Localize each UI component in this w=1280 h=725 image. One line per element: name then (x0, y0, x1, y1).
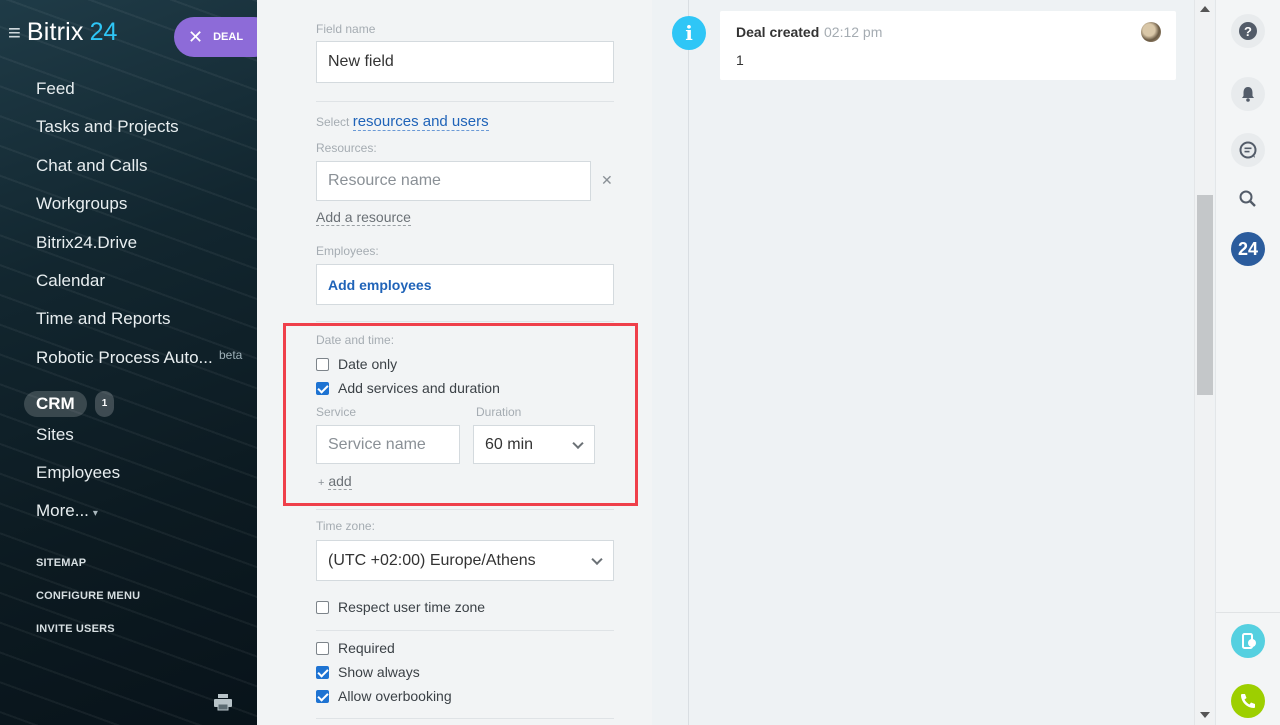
menu-icon[interactable]: ≡ (8, 21, 21, 44)
time-zone-select[interactable]: (UTC +02:00) Europe/Athens (316, 540, 614, 581)
required-row[interactable]: Required (316, 640, 395, 656)
deal-close-button[interactable]: ✕ DEAL (174, 17, 257, 57)
card-body: 1 (736, 52, 744, 68)
field-name-input[interactable]: New field (316, 41, 614, 83)
highlight-frame (283, 323, 638, 506)
nav-item-more[interactable]: More... ▾ (36, 500, 251, 538)
divider (316, 718, 614, 719)
timeline-area (652, 0, 1194, 725)
logo-number: 24 (89, 18, 118, 46)
chevron-down-icon (591, 553, 603, 565)
phone-icon[interactable] (1231, 684, 1265, 718)
nav-item-crm-label: CRM (24, 391, 87, 418)
resources-and-users-link[interactable]: resources and users (352, 113, 489, 131)
select-prefix: Select (316, 115, 350, 129)
system-links: SITEMAP CONFIGURE MENU INVITE USERS (36, 557, 140, 656)
info-icon: i (672, 16, 706, 50)
nav-item-chat[interactable]: Chat and Calls (36, 155, 251, 193)
timeline-line (688, 0, 689, 725)
bitrix24-badge[interactable]: 24 (1231, 232, 1265, 266)
required-checkbox[interactable] (316, 641, 329, 655)
select-resources-row: Select resources and users (316, 113, 489, 131)
bell-icon[interactable] (1231, 77, 1265, 111)
nav-item-calendar[interactable]: Calendar (36, 270, 251, 308)
divider (316, 509, 614, 510)
nav-item-tasks[interactable]: Tasks and Projects (36, 116, 251, 154)
chevron-down-icon: ▾ (92, 508, 98, 520)
help-icon[interactable]: ? (1231, 14, 1265, 48)
nav-item-time-reports[interactable]: Time and Reports (36, 308, 251, 346)
close-icon: ✕ (188, 26, 204, 47)
beta-badge: beta (219, 347, 243, 362)
sitemap-link[interactable]: SITEMAP (36, 557, 140, 590)
respect-tz-checkbox[interactable] (316, 600, 329, 614)
crm-counter-badge: 1 (94, 391, 115, 418)
divider (316, 101, 614, 102)
logo-text: Bitrix (26, 18, 84, 46)
scroll-up-icon[interactable] (1200, 6, 1210, 12)
divider (316, 630, 614, 631)
respect-tz-label: Respect user time zone (338, 599, 486, 615)
employees-label: Employees: (316, 244, 379, 258)
divider (1216, 612, 1280, 613)
avatar[interactable] (1141, 22, 1161, 42)
add-employees-button[interactable]: Add employees (316, 264, 614, 305)
remove-resource-icon[interactable]: ✕ (601, 172, 613, 189)
invite-users-link[interactable]: INVITE USERS (36, 623, 140, 656)
allow-overbooking-checkbox[interactable] (316, 689, 329, 703)
respect-tz-row[interactable]: Respect user time zone (316, 599, 485, 615)
printer-icon[interactable] (213, 693, 233, 711)
nav-item-workgroups[interactable]: Workgroups (36, 193, 251, 231)
phone-sync-icon[interactable] (1231, 624, 1265, 658)
time-zone-value: (UTC +02:00) Europe/Athens (328, 551, 536, 569)
timeline-card[interactable]: Deal created 02:12 pm 1 (720, 11, 1176, 80)
scrollbar[interactable] (1194, 0, 1214, 725)
search-icon[interactable] (1231, 182, 1265, 216)
allow-overbooking-row[interactable]: Allow overbooking (316, 688, 452, 704)
allow-overbooking-label: Allow overbooking (338, 688, 452, 704)
scroll-down-icon[interactable] (1200, 712, 1210, 718)
svg-text:?: ? (1244, 24, 1252, 39)
required-label: Required (338, 640, 395, 656)
logo[interactable]: ≡ Bitrix 24 (8, 18, 117, 47)
configure-menu-link[interactable]: CONFIGURE MENU (36, 590, 140, 623)
field-name-label: Field name (316, 22, 376, 36)
left-sidebar: ≡ Bitrix 24 ✕ DEAL Feed Tasks and Projec… (0, 0, 257, 725)
add-resource-link[interactable]: Add a resource (316, 209, 411, 226)
time-zone-label: Time zone: (316, 519, 375, 533)
nav-item-drive[interactable]: Bitrix24.Drive (36, 232, 251, 270)
nav-item-rpa[interactable]: Robotic Process Auto... beta (36, 347, 251, 385)
card-title: Deal created (736, 24, 820, 40)
resource-name-input[interactable]: Resource name (316, 161, 591, 201)
show-always-row[interactable]: Show always (316, 664, 420, 680)
nav-item-employees[interactable]: Employees (36, 462, 251, 500)
deal-button-label: DEAL (213, 31, 244, 43)
show-always-checkbox[interactable] (316, 665, 329, 679)
nav-item-more-label: More... (36, 501, 89, 521)
show-always-label: Show always (338, 664, 420, 680)
main-nav: Feed Tasks and Projects Chat and Calls W… (24, 78, 251, 539)
chat-icon[interactable] (1231, 133, 1265, 167)
nav-item-feed[interactable]: Feed (36, 78, 251, 116)
scrollbar-thumb[interactable] (1197, 195, 1213, 395)
right-toolbar: ? 24 (1215, 0, 1280, 725)
nav-item-crm[interactable]: CRM 1 (24, 385, 251, 423)
nav-item-rpa-label: Robotic Process Auto... (36, 347, 213, 367)
nav-item-sites[interactable]: Sites (36, 424, 251, 462)
divider (316, 321, 614, 322)
card-time: 02:12 pm (824, 24, 883, 40)
resources-label: Resources: (316, 141, 377, 155)
